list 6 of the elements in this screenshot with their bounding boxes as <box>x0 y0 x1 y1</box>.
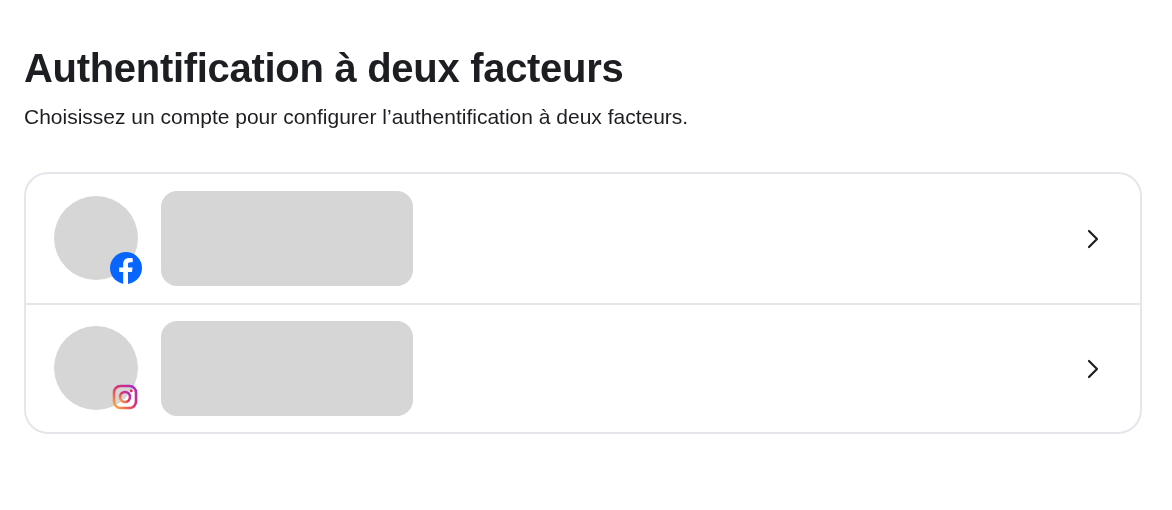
page-subtitle: Choisissez un compte pour configurer l’authentification à deux facteurs. <box>24 104 690 130</box>
facebook-logo-icon <box>110 251 142 284</box>
chevron-right-icon <box>1086 357 1100 380</box>
chevron-right-icon <box>1086 227 1100 250</box>
instagram-logo-icon <box>112 383 138 410</box>
page-title: Authentification à deux facteurs <box>24 45 625 92</box>
